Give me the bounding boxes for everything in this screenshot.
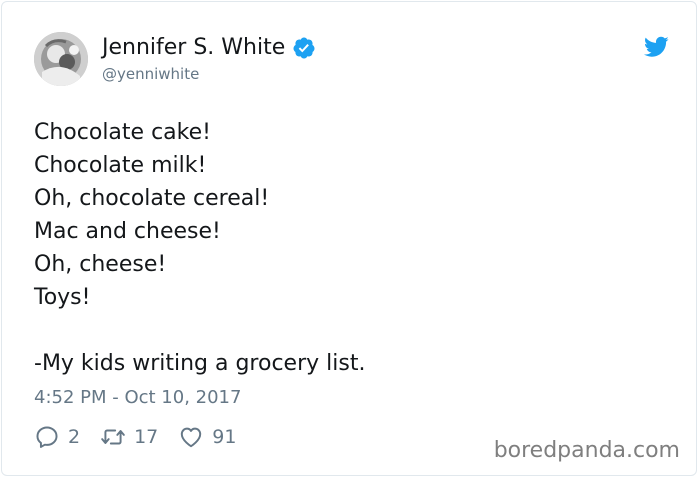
avatar[interactable] — [34, 32, 88, 86]
twitter-bird-icon[interactable] — [644, 36, 669, 58]
tweet-line: Toys! — [34, 285, 91, 310]
reply-button[interactable]: 2 — [34, 424, 80, 450]
tweet-line: -My kids writing a grocery list. — [34, 351, 366, 376]
tweet-line: Mac and cheese! — [34, 219, 221, 244]
tweet-text: Chocolate cake! Chocolate milk! Oh, choc… — [34, 116, 634, 380]
tweet-timestamp[interactable]: 4:52 PM - Oct 10, 2017 — [34, 386, 241, 410]
tweet-line: Chocolate cake! — [34, 120, 211, 145]
watermark: boredpanda.com — [493, 438, 680, 463]
tweet-actions: 2 17 91 — [34, 424, 256, 450]
avatar-image — [34, 32, 88, 86]
heart-icon — [181, 427, 202, 448]
tweet-line: Oh, cheese! — [34, 252, 167, 277]
verified-badge-icon — [292, 36, 316, 60]
like-count: 91 — [212, 426, 237, 448]
retweet-icon — [101, 429, 125, 445]
tweet-card: Jennifer S. White @yenniwhite Chocolate … — [1, 1, 697, 476]
retweet-count: 17 — [134, 426, 159, 448]
tweet-line: Chocolate milk! — [34, 153, 207, 178]
reply-count: 2 — [68, 426, 81, 448]
reply-icon — [36, 426, 58, 448]
like-button[interactable]: 91 — [178, 424, 236, 450]
retweet-button[interactable]: 17 — [100, 424, 158, 450]
tweet-line: Oh, chocolate cereal! — [34, 186, 270, 211]
user-handle[interactable]: @yenniwhite — [102, 64, 199, 84]
display-name[interactable]: Jennifer S. White — [102, 34, 285, 62]
author-name-row[interactable]: Jennifer S. White — [102, 34, 316, 62]
